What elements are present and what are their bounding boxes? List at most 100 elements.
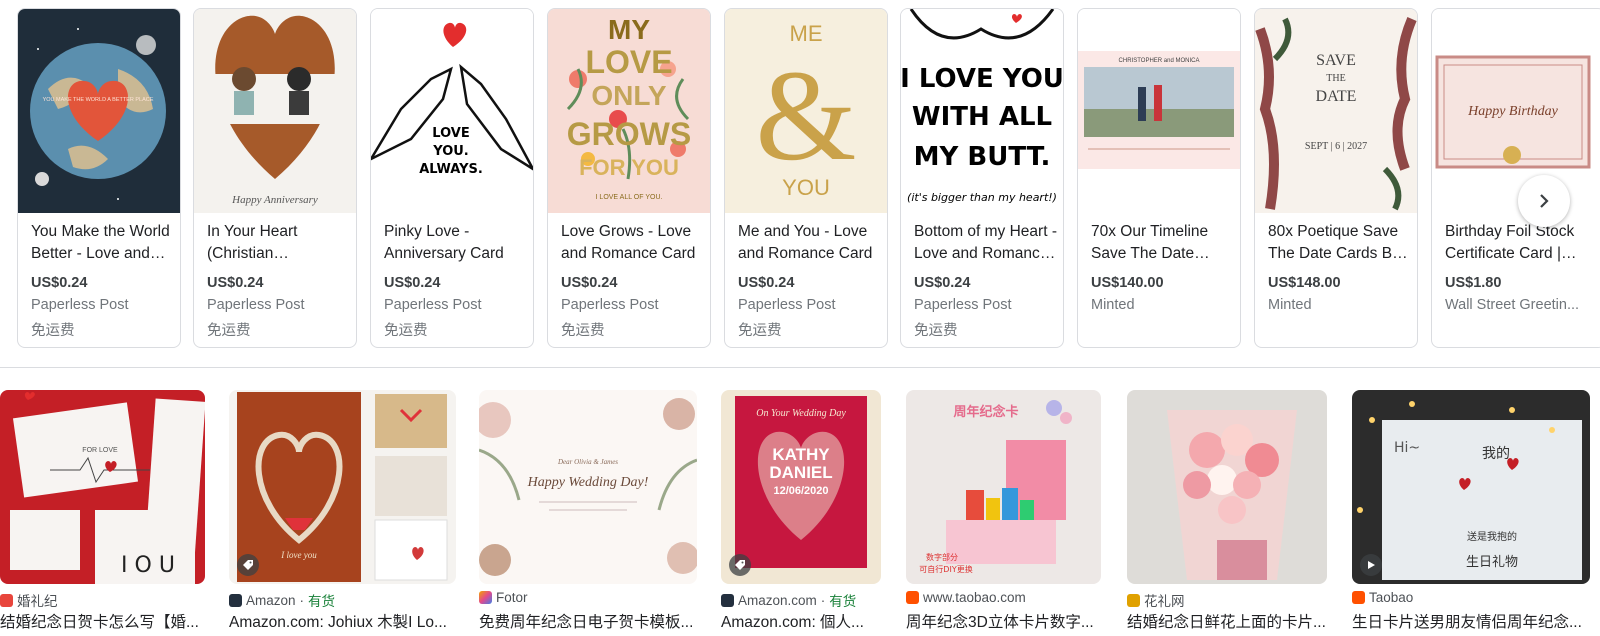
result-image[interactable] (1127, 390, 1327, 584)
card-art-text: Hi~ (1394, 440, 1420, 456)
carousel-next-button[interactable] (1518, 175, 1570, 227)
result-source[interactable]: Taobao (1352, 590, 1413, 605)
site-favicon-icon (906, 591, 919, 604)
result-source[interactable]: Fotor (479, 590, 528, 605)
site-favicon-icon (229, 593, 242, 607)
product-title[interactable]: 70x Our Timeline Save The Date Cards (1091, 221, 1235, 264)
result-source[interactable]: Amazon.com · 有货 (721, 590, 856, 610)
product-shipping: 免运费 (561, 323, 605, 339)
product-card[interactable]: Happy Birthday Birthday Foil Stock Certi… (1431, 8, 1600, 348)
card-art-text: KATHY (772, 445, 830, 464)
result-image[interactable]: Hi~ 我的 送是我抱的 生日礼物 (1352, 390, 1590, 584)
product-merchant: Wall Street Greetin... (1445, 297, 1580, 313)
result-title[interactable]: 周年纪念3D立体卡片数字... (906, 610, 1101, 632)
source-name: Fotor (496, 590, 528, 605)
product-price: US$0.24 (561, 275, 618, 291)
result-image[interactable]: FOR LOVE I O U (0, 390, 205, 584)
product-image[interactable]: CHRISTOPHER and MONICA (1078, 9, 1240, 213)
image-result[interactable]: On Your Wedding Day KATHY DANIEL 12/06/2… (721, 390, 881, 636)
product-title[interactable]: Love Grows - Love and Romance Card (561, 221, 705, 264)
product-image[interactable]: Happy Birthday (1432, 9, 1594, 213)
product-card[interactable]: YOU MAKE THE WORLD A BETTER PLACE You Ma… (17, 8, 181, 348)
product-image[interactable]: I LOVE YOU WITH ALL MY BUTT. (it's bigge… (901, 9, 1063, 213)
result-image[interactable]: Dear Olivia & James Happy Wedding Day! (479, 390, 697, 584)
play-video-icon (1360, 554, 1382, 576)
product-merchant: Paperless Post (738, 297, 836, 313)
source-name: Taobao (1369, 590, 1414, 605)
image-result[interactable]: 花礼网 结婚纪念日鲜花上面的卡片... (1127, 390, 1327, 636)
product-title[interactable]: In Your Heart (Christian Anniversary) Ca… (207, 221, 351, 264)
product-card[interactable]: ME & YOU Me and You - Love and Romance C… (724, 8, 888, 348)
product-image[interactable]: Happy Anniversary (194, 9, 356, 213)
card-art-text: 周年纪念卡 (953, 404, 1018, 420)
result-title[interactable]: 免费周年纪念日电子贺卡模板... (479, 610, 697, 632)
product-merchant: Minted (1268, 297, 1312, 313)
card-art-text: SEPT | 6 | 2027 (1305, 141, 1367, 152)
product-price: US$1.80 (1445, 275, 1502, 291)
card-art-text: 送是我抱的 (1467, 530, 1517, 543)
site-favicon-icon (479, 591, 492, 604)
result-image[interactable]: 周年纪念卡 数字部分 可自行DIY更换 (906, 390, 1101, 584)
card-art-text: YOU. (432, 144, 469, 159)
product-title[interactable]: Pinky Love - Anniversary Card (384, 221, 528, 264)
product-title[interactable]: You Make the World Better - Love and Rom… (31, 221, 175, 264)
image-result[interactable]: FOR LOVE I O U 婚礼纪 结婚纪念日贺卡怎么写【婚... (0, 390, 205, 636)
card-art-text: Dear Olivia & James (557, 458, 618, 466)
product-price: US$148.00 (1268, 275, 1341, 291)
result-source[interactable]: 婚礼纪 (0, 590, 58, 610)
card-art-text: I love you (280, 550, 317, 560)
card-art-text: ONLY (591, 80, 667, 111)
card-art-text: 数字部分 (926, 552, 958, 562)
card-art-text: On Your Wedding Day (756, 408, 846, 419)
product-title[interactable]: Birthday Foil Stock Certificate Card | W… (1445, 221, 1589, 264)
card-art-text: SAVE (1316, 52, 1356, 69)
card-art-text: LOVE (585, 44, 672, 80)
product-image[interactable]: ME & YOU (725, 9, 887, 213)
result-source[interactable]: www.taobao.com (906, 590, 1026, 605)
product-price: US$0.24 (914, 275, 971, 291)
result-source[interactable]: Amazon · 有货 (229, 590, 335, 610)
result-source[interactable]: 花礼网 (1127, 590, 1185, 610)
product-image[interactable]: LOVE YOU. ALWAYS. (371, 9, 533, 213)
product-merchant: Paperless Post (561, 297, 659, 313)
result-image[interactable]: On Your Wedding Day KATHY DANIEL 12/06/2… (721, 390, 881, 584)
in-stock-label: 有货 (308, 594, 336, 609)
image-result[interactable]: 周年纪念卡 数字部分 可自行DIY更换 www.taobao.com 周年纪念3… (906, 390, 1101, 636)
image-result[interactable]: I love you Amazon · 有货 Amazon.com: Johiux … (229, 390, 456, 636)
result-image[interactable]: I love you (229, 390, 456, 584)
result-title[interactable]: Amazon.com: 個人... (721, 610, 881, 632)
product-shipping: 免运费 (31, 323, 75, 339)
image-result[interactable]: Dear Olivia & James Happy Wedding Day! F… (479, 390, 697, 636)
card-art-text: Happy Birthday (1467, 104, 1559, 119)
product-shipping: 免运费 (384, 323, 428, 339)
result-title[interactable]: 结婚纪念日贺卡怎么写【婚... (0, 610, 205, 632)
in-stock-label: 有货 (829, 594, 857, 609)
product-title[interactable]: Bottom of my Heart - Love and Romance Ca… (914, 221, 1058, 264)
product-card[interactable]: LOVE YOU. ALWAYS. Pinky Love - Anniversa… (370, 8, 534, 348)
product-shipping: 免运费 (914, 323, 958, 339)
result-title[interactable]: 生日卡片送男朋友情侣周年纪念... (1352, 610, 1590, 632)
product-card[interactable]: I LOVE YOU WITH ALL MY BUTT. (it's bigge… (900, 8, 1064, 348)
card-art-text: ME (790, 21, 823, 46)
product-card[interactable]: Happy Anniversary In Your Heart (Christi… (193, 8, 357, 348)
result-title[interactable]: 结婚纪念日鲜花上面的卡片... (1127, 610, 1327, 632)
product-shipping: 免运费 (738, 323, 782, 339)
product-title[interactable]: Me and You - Love and Romance Card (738, 221, 882, 264)
product-price: US$0.24 (31, 275, 88, 291)
product-image[interactable]: SAVE THE DATE SEPT | 6 | 2027 (1255, 9, 1417, 213)
shopping-tag-icon (729, 554, 751, 576)
product-card[interactable]: CHRISTOPHER and MONICA 70x Our Timeline … (1077, 8, 1241, 348)
product-card[interactable]: SAVE THE DATE SEPT | 6 | 2027 80x Poetiq… (1254, 8, 1418, 348)
card-art-text: 我的 (1482, 446, 1510, 462)
product-price: US$0.24 (384, 275, 441, 291)
result-title[interactable]: Amazon.com: Johiux 木製I Lo... (229, 610, 456, 632)
product-title[interactable]: 80x Poetique Save The Date Cards By Mint… (1268, 221, 1412, 264)
product-card[interactable]: MY LOVE ONLY GROWS FOR YOU I LOVE ALL OF… (547, 8, 711, 348)
image-result[interactable]: Hi~ 我的 送是我抱的 生日礼物 Taobao 生日卡片送男朋友情侣周年纪念.… (1352, 390, 1590, 636)
product-image[interactable]: YOU MAKE THE WORLD A BETTER PLACE (18, 9, 180, 213)
product-price: US$0.24 (738, 275, 795, 291)
card-art-text: (it's bigger than my heart!) (907, 191, 1057, 204)
product-price: US$140.00 (1091, 275, 1164, 291)
product-image[interactable]: MY LOVE ONLY GROWS FOR YOU I LOVE ALL OF… (548, 9, 710, 213)
source-name: 花礼网 (1144, 594, 1185, 609)
